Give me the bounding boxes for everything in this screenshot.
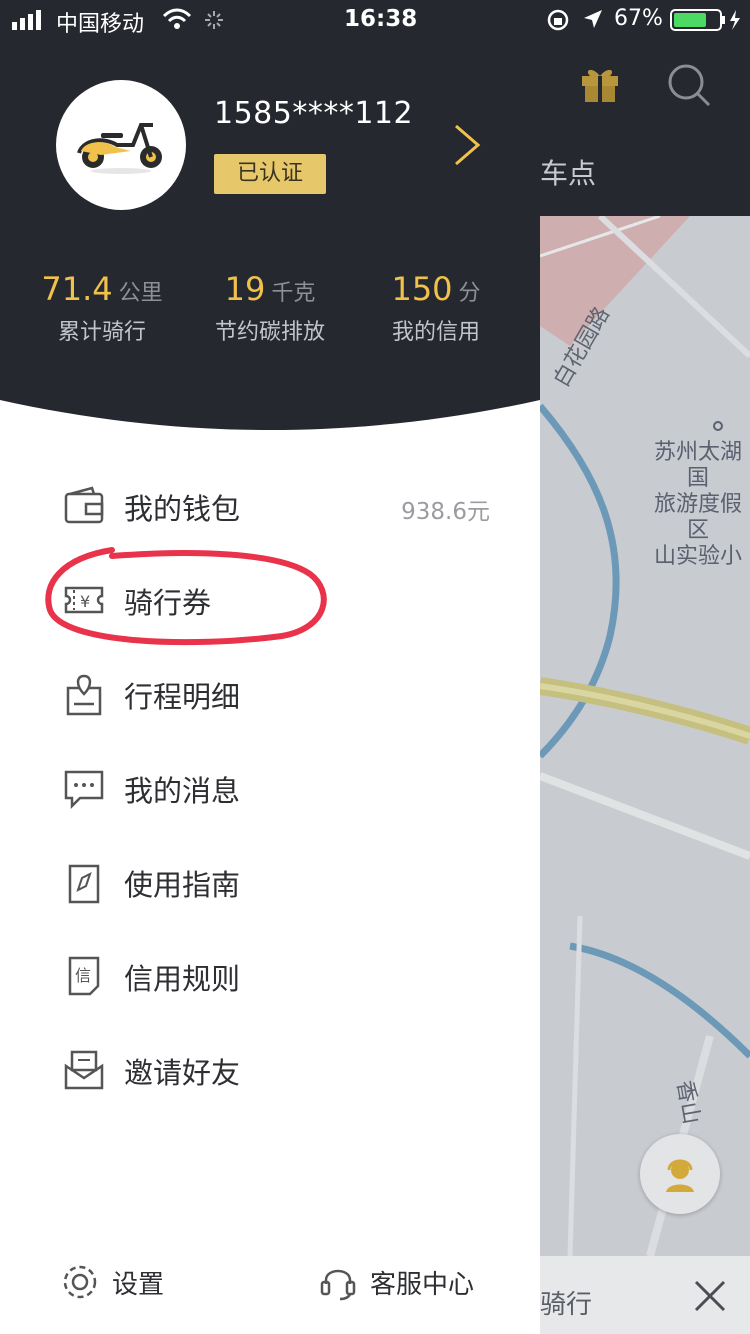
menu-label: 行程明细 (124, 680, 241, 714)
stat-carbon-unit: 千克 (271, 281, 316, 306)
scooter-icon (77, 123, 162, 174)
stat-credit-value: 150 (391, 270, 453, 308)
map-bottom-text[interactable]: 骑行 (540, 1284, 592, 1321)
svg-text:¥: ¥ (80, 592, 90, 611)
message-icon (64, 770, 104, 810)
side-drawer: 1585****112 已认证 71.4 公里 累计骑行 19 千克 节约碳排放 1… (0, 0, 540, 1334)
drawer-header-bg (0, 0, 540, 430)
user-phone[interactable]: 1585****112 (214, 96, 413, 131)
stat-distance[interactable]: 71.4 公里 累计骑行 (22, 270, 182, 346)
customer-service-float-button[interactable] (640, 1134, 720, 1214)
menu-item-wallet[interactable]: 我的钱包 938.6元 (0, 460, 540, 554)
map-tab-label[interactable]: 车点 (540, 152, 596, 192)
menu-item-credit-rules[interactable]: 信 信用规则 (0, 930, 540, 1024)
clock: 16:38 (344, 6, 418, 32)
trip-location-icon (66, 674, 102, 716)
stat-carbon-value: 19 (224, 270, 266, 308)
stat-credit-unit: 分 (458, 281, 481, 306)
menu-label: 使用指南 (124, 868, 241, 902)
stat-distance-unit: 公里 (118, 281, 163, 306)
customer-service-button[interactable]: 客服中心 (318, 1260, 474, 1304)
drawer-footer: 设置 客服中心 (0, 1240, 540, 1324)
poi-line-3: 山实验小 (653, 544, 742, 569)
close-icon[interactable] (690, 1276, 730, 1316)
stat-distance-value: 71.4 (41, 270, 113, 308)
menu-item-invite[interactable]: 邀请好友 (0, 1024, 540, 1118)
invite-envelope-icon (64, 1050, 104, 1090)
poi-line-1: 苏州太湖国 (653, 440, 742, 491)
menu-item-messages[interactable]: 我的消息 (0, 742, 540, 836)
search-icon[interactable] (666, 62, 712, 108)
avatar[interactable] (56, 80, 186, 210)
carrier-name: 中国移动 (56, 12, 145, 37)
stat-credit[interactable]: 150 分 我的信用 (356, 270, 516, 346)
signal-icon (12, 10, 41, 30)
chevron-right-icon[interactable] (452, 122, 482, 168)
stat-distance-label: 累计骑行 (57, 320, 146, 345)
loading-spinner-icon (205, 11, 223, 29)
location-arrow-icon (584, 10, 602, 28)
menu-item-trips[interactable]: 行程明细 (0, 648, 540, 742)
gift-icon[interactable] (578, 62, 622, 104)
coupon-icon: ¥ (64, 586, 104, 614)
menu-label: 骑行券 (124, 586, 212, 620)
rotation-lock-icon (547, 9, 569, 31)
battery-percent: 67% (614, 6, 663, 31)
menu-label: 信用规则 (124, 962, 241, 996)
menu-item-guide[interactable]: 使用指南 (0, 836, 540, 930)
stat-carbon-label: 节约碳排放 (214, 320, 325, 345)
battery-charging-icon (670, 9, 740, 31)
verified-badge: 已认证 (214, 154, 326, 194)
menu-label: 我的消息 (124, 774, 241, 808)
customer-service-label: 客服中心 (370, 1269, 475, 1300)
menu-label: 我的钱包 (124, 492, 241, 526)
menu-label: 邀请好友 (124, 1056, 241, 1090)
headset-icon (320, 1269, 356, 1301)
wallet-balance: 938.6元 (401, 499, 490, 525)
credit-rules-icon: 信 (68, 956, 100, 996)
gear-icon (63, 1265, 97, 1299)
stat-credit-label: 我的信用 (391, 320, 480, 345)
status-bar: 中国移动 16:38 67% (0, 0, 750, 40)
map-poi-label: 苏州太湖国 旅游度假区 山实验小 (646, 440, 750, 570)
settings-label: 设置 (112, 1269, 165, 1300)
wallet-icon (64, 486, 104, 524)
settings-button[interactable]: 设置 (60, 1260, 164, 1304)
guide-compass-icon (68, 864, 100, 904)
headset-person-icon (666, 1159, 694, 1192)
stat-carbon[interactable]: 19 千克 节约碳排放 (190, 270, 350, 346)
svg-text:信: 信 (75, 966, 91, 985)
menu-item-coupon[interactable]: ¥ 骑行券 (0, 554, 540, 648)
wifi-icon (162, 8, 192, 29)
poi-line-2: 旅游度假区 (653, 492, 742, 543)
